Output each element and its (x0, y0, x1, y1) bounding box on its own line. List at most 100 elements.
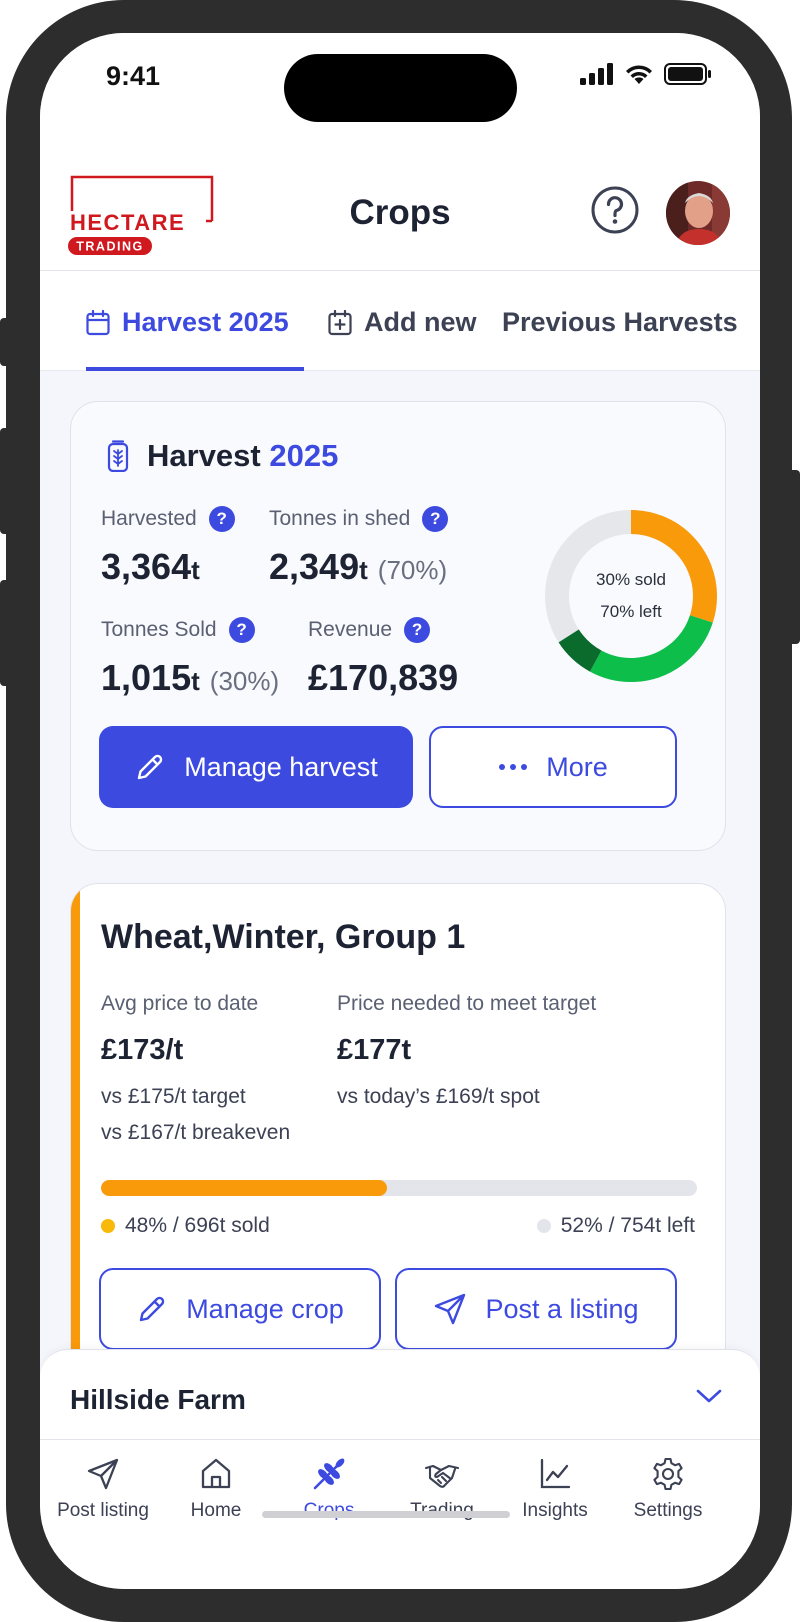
wheat-icon (313, 1458, 345, 1490)
nav-label: Settings (633, 1500, 703, 1521)
bottom-nav: Post listing Home Crops (40, 1439, 760, 1589)
summary-title-year: 2025 (269, 438, 339, 473)
more-button[interactable]: More (429, 726, 677, 808)
farm-name: Hillside Farm (70, 1384, 246, 1415)
nav-label: Insights (522, 1500, 588, 1521)
send-icon (87, 1458, 119, 1490)
signal-icon (580, 63, 613, 85)
pencil-icon (137, 754, 163, 780)
harvest-summary-card: Harvest 2025 Harvested? 3,364t Tonnes in… (70, 401, 726, 851)
post-listing-button[interactable]: Post a listing (395, 1268, 677, 1350)
power-button (788, 470, 800, 644)
stat-label: Tonnes Sold (101, 618, 217, 641)
volume-up-button (0, 428, 12, 534)
nav-home[interactable]: Home (157, 1456, 275, 1522)
app-header: HECTARE TRADING Crops (40, 141, 760, 271)
crop-title: Wheat,Winter, Group 1 (101, 918, 466, 956)
handshake-icon (424, 1464, 460, 1488)
left-dot (536, 1219, 551, 1233)
stat-value: 3,364 (101, 546, 192, 587)
info-icon[interactable]: ? (228, 617, 255, 643)
nav-insights[interactable]: Insights (496, 1456, 614, 1522)
sold-progress-fill (101, 1180, 388, 1196)
sold-progress-bar (101, 1180, 697, 1196)
price-needed-label: Price needed to meet target (337, 992, 597, 1015)
status-time: 9:41 (106, 61, 161, 91)
avg-price-value: £173/t (101, 1034, 184, 1066)
stat-unit: t (191, 555, 200, 585)
avg-price-target: vs £175/t target (101, 1085, 246, 1108)
harvest-summary-title: Harvest 2025 (107, 438, 338, 474)
chevron-down-icon (696, 1389, 722, 1403)
volume-down-button (0, 580, 12, 686)
chart-icon (540, 1458, 571, 1489)
tab-label: Add new (364, 307, 477, 337)
manage-crop-button[interactable]: Manage crop (99, 1268, 381, 1350)
info-icon[interactable]: ? (404, 617, 431, 643)
home-icon (201, 1458, 231, 1489)
stat-unit: t (359, 555, 368, 585)
stat-unit: t (191, 666, 200, 696)
help-icon[interactable] (590, 185, 640, 235)
screen: 9:41 HECTARE TRADING Crops Harvest 2025 … (40, 33, 760, 1589)
manage-harvest-button[interactable]: Manage harvest (99, 726, 413, 808)
silent-switch (0, 318, 12, 366)
nav-label: Home (190, 1500, 242, 1521)
dynamic-island (284, 54, 517, 122)
avg-price-label: Avg price to date (101, 992, 259, 1015)
avg-price-breakeven: vs £167/t breakeven (101, 1121, 291, 1144)
button-label: Post a listing (485, 1293, 639, 1324)
status-icons (580, 63, 712, 85)
logo-text-bottom: TRADING (76, 240, 143, 254)
stat-label: Tonnes in shed (269, 507, 411, 530)
info-icon[interactable]: ? (208, 506, 235, 532)
active-tab-indicator (86, 367, 304, 371)
tab-label: Harvest 2025 (122, 307, 289, 337)
page-title: Crops (349, 193, 451, 232)
send-icon (435, 1293, 466, 1325)
calendar-icon (86, 309, 110, 335)
status-bar: 9:41 (40, 33, 760, 141)
sold-text: 48% / 696t sold (125, 1214, 270, 1237)
home-indicator[interactable] (262, 1511, 510, 1518)
button-label: Manage harvest (184, 751, 378, 782)
stat-value: £170,839 (308, 657, 459, 698)
tab-harvest-2025[interactable]: Harvest 2025 (86, 307, 289, 338)
nav-settings[interactable]: Settings (609, 1456, 727, 1522)
stat-tonnes-in-shed: Tonnes in shed? 2,349t (70%) (269, 506, 449, 588)
sold-dot (101, 1219, 115, 1233)
sold-legend: 48% / 696t sold (101, 1214, 270, 1238)
left-text: 52% / 754t left (560, 1214, 695, 1237)
stat-percent: (30%) (209, 666, 280, 696)
stat-value: 2,349 (269, 546, 360, 587)
nav-label: Post listing (57, 1500, 149, 1521)
farm-selector[interactable]: Hillside Farm (40, 1349, 760, 1439)
stat-tonnes-sold: Tonnes Sold? 1,015t (30%) (101, 617, 279, 699)
tab-previous-harvests[interactable]: Previous Harvests (502, 307, 738, 338)
wifi-icon (626, 65, 652, 84)
tab-label: Previous Harvests (502, 307, 738, 337)
stat-revenue: Revenue? £170,839 (308, 617, 458, 699)
button-label: More (546, 751, 608, 782)
summary-title-prefix: Harvest (147, 438, 261, 473)
crop-tabs: Harvest 2025 Add new Previous Harvests (40, 271, 760, 371)
info-icon[interactable]: ? (422, 506, 449, 532)
button-label: Manage crop (186, 1293, 344, 1324)
tab-add-new[interactable]: Add new (328, 307, 477, 338)
left-legend: 52% / 754t left (536, 1214, 695, 1238)
battery-icon (664, 63, 711, 85)
stat-value: 1,015 (101, 657, 192, 698)
avatar[interactable] (666, 181, 730, 245)
gear-icon (653, 1457, 683, 1491)
price-needed-value: £177t (337, 1034, 412, 1066)
stat-label: Revenue (308, 618, 393, 641)
donut-sold-label: 30% sold (596, 570, 666, 589)
stat-harvested: Harvested? 3,364t (101, 506, 235, 588)
stat-percent: (70%) (377, 555, 448, 585)
calendar-add-icon (328, 309, 352, 335)
donut-left-label: 70% left (600, 602, 662, 621)
stat-label: Harvested (101, 507, 197, 530)
nav-post-listing[interactable]: Post listing (44, 1456, 162, 1522)
pencil-icon (139, 1296, 165, 1322)
donut-labels: 30% sold 70% left (541, 506, 721, 686)
